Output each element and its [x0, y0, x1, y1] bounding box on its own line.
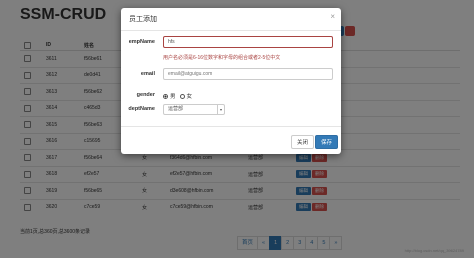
dept-select[interactable]: 运营部 ▾ — [163, 104, 225, 115]
modal-close-button[interactable]: 关闭 — [291, 135, 315, 149]
gender-label: gender — [136, 92, 155, 98]
dept-select-value: 运营部 — [168, 106, 184, 112]
modal-footer: 关闭 保存 — [121, 126, 341, 155]
dept-label: deptName — [128, 106, 155, 112]
modal-title: 员工添加 — [129, 16, 157, 23]
empname-input[interactable] — [163, 36, 333, 48]
add-employee-modal: 员工添加 × empName 用户名必须是6-16位数字和字母的组合或者2-5位… — [121, 8, 341, 154]
gender-radio-group: 男 女 — [163, 92, 192, 100]
modal-header: 员工添加 × — [121, 8, 341, 31]
chevron-down-icon: ▾ — [217, 105, 224, 114]
empname-label: empName — [128, 39, 155, 45]
gender-male-radio[interactable] — [163, 93, 168, 99]
close-icon[interactable]: × — [330, 12, 335, 21]
gender-female-radio[interactable] — [179, 93, 185, 99]
modal-save-button[interactable]: 保存 — [315, 135, 339, 149]
gender-female-label: 女 — [186, 94, 193, 100]
email-label: email — [140, 71, 155, 77]
empname-error-text: 用户名必须是6-16位数字和字母的组合或者2-5位中文 — [163, 55, 281, 61]
gender-male-label: 男 — [170, 94, 176, 100]
email-input[interactable] — [163, 68, 333, 80]
